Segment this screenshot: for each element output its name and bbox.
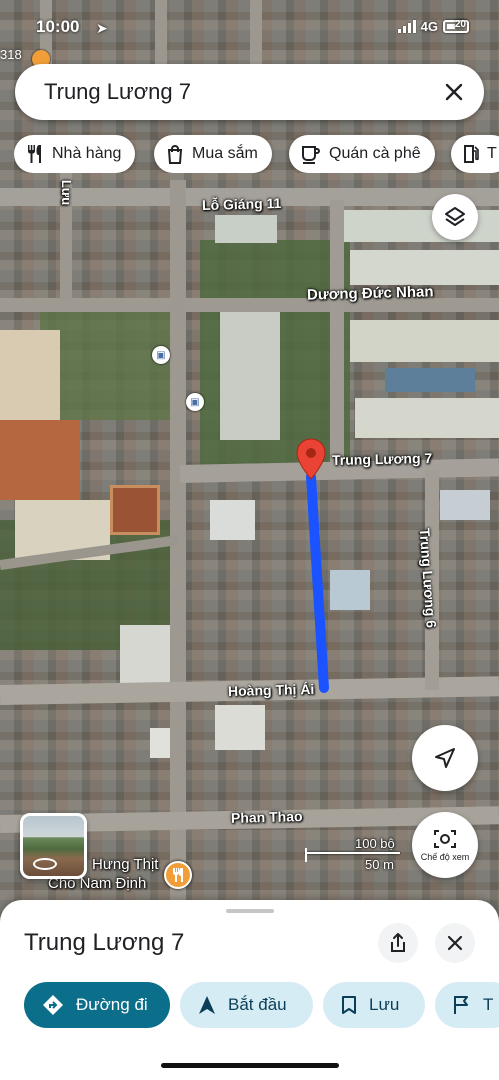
street-label-hoang-thi-ai: Hoàng Thị Ái bbox=[227, 680, 315, 700]
label-label: T bbox=[483, 995, 494, 1014]
street-label-left-vertical: Lưu bbox=[59, 179, 75, 206]
share-icon bbox=[391, 933, 405, 952]
close-icon bbox=[445, 83, 463, 101]
street-view-thumbnail[interactable] bbox=[20, 813, 87, 879]
status-bar: 10:00 ➤ 4G 20 bbox=[0, 0, 499, 52]
close-icon bbox=[447, 935, 463, 951]
location-pin-icon[interactable] bbox=[296, 438, 326, 480]
bookmark-icon bbox=[342, 996, 356, 1014]
share-button[interactable] bbox=[378, 923, 418, 963]
directions-icon bbox=[43, 995, 63, 1015]
street-label-duong-duc-nhan: Dương Đức Nhan bbox=[306, 283, 434, 304]
view-mode-button[interactable]: Chế độ xem bbox=[412, 812, 478, 878]
status-time: 10:00 bbox=[36, 17, 80, 36]
signal-icon bbox=[397, 20, 416, 33]
search-input[interactable]: Trung Lương 7 bbox=[44, 79, 191, 105]
place-title: Trung Lương 7 bbox=[24, 929, 185, 956]
chip-gas[interactable]: T bbox=[451, 135, 499, 173]
navigation-arrow-icon bbox=[199, 996, 215, 1014]
label-button[interactable]: T bbox=[435, 982, 499, 1028]
map-scale: 100 bộ 50 m bbox=[305, 836, 405, 874]
clear-search-button[interactable] bbox=[436, 74, 472, 110]
drag-handle[interactable] bbox=[226, 909, 274, 913]
view-mode-label: Chế độ xem bbox=[420, 852, 470, 862]
directions-label: Đường đi bbox=[76, 995, 148, 1014]
chip-label: T bbox=[487, 145, 497, 162]
gas-station-icon bbox=[464, 145, 479, 163]
chip-label: Mua sắm bbox=[192, 145, 258, 162]
save-label: Lưu bbox=[369, 995, 400, 1014]
network-label: 4G bbox=[420, 19, 438, 34]
status-indicators: 4G 20 bbox=[397, 19, 469, 34]
street-label-phan-thao: Phan Thao bbox=[230, 808, 303, 826]
layers-button[interactable] bbox=[432, 194, 478, 240]
poi-name-line1[interactable]: Hưng Thịt bbox=[92, 856, 158, 873]
flag-icon bbox=[454, 996, 468, 1014]
bus-stop-icon[interactable]: ▣ bbox=[186, 393, 204, 411]
directions-button[interactable]: Đường đi bbox=[24, 982, 170, 1028]
chip-label: Quán cà phê bbox=[329, 145, 421, 162]
place-bottom-sheet[interactable]: Trung Lương 7 Đường đi Bắt đầu Lưu T bbox=[0, 900, 499, 1080]
start-button[interactable]: Bắt đầu bbox=[180, 982, 313, 1028]
chip-label: Nhà hàng bbox=[52, 145, 122, 162]
camera-scan-icon bbox=[434, 830, 456, 848]
battery-label: 20 bbox=[454, 19, 466, 30]
category-chips: Nhà hàng Mua sắm Quán cà phê T bbox=[14, 135, 499, 173]
chip-coffee[interactable]: Quán cà phê bbox=[289, 135, 435, 173]
rotate-360-icon bbox=[33, 858, 57, 870]
location-arrow-icon: ➤ bbox=[96, 20, 108, 36]
close-sheet-button[interactable] bbox=[435, 923, 475, 963]
restaurant-icon[interactable] bbox=[164, 861, 192, 889]
layers-icon bbox=[445, 207, 465, 226]
shopping-bag-icon bbox=[167, 145, 183, 164]
save-button[interactable]: Lưu bbox=[323, 982, 425, 1028]
my-location-button[interactable] bbox=[412, 725, 478, 791]
scale-feet: 100 bộ bbox=[355, 836, 395, 851]
chip-shopping[interactable]: Mua sắm bbox=[154, 135, 272, 173]
chip-restaurants[interactable]: Nhà hàng bbox=[14, 135, 136, 173]
coffee-cup-icon bbox=[302, 146, 320, 164]
street-label-trung-luong-7: Trung Lương 7 bbox=[331, 449, 433, 469]
navigation-arrow-icon bbox=[435, 748, 455, 768]
scale-tick bbox=[305, 848, 307, 862]
start-label: Bắt đầu bbox=[228, 995, 287, 1014]
home-indicator[interactable] bbox=[161, 1063, 339, 1068]
scale-bar bbox=[305, 852, 400, 854]
bus-stop-icon[interactable]: ▣ bbox=[152, 346, 170, 364]
street-label-lo-giang: Lỗ Giáng 11 bbox=[201, 194, 282, 214]
fork-knife-icon bbox=[28, 145, 41, 163]
scale-meters: 50 m bbox=[365, 857, 394, 872]
search-bar[interactable]: Trung Lương 7 bbox=[15, 64, 484, 120]
